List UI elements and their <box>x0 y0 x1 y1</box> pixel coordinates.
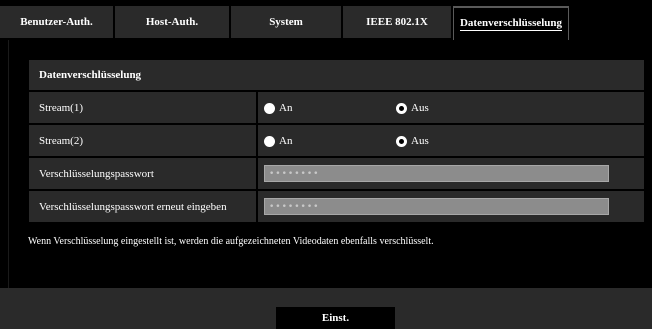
stream2-on-radio[interactable]: An <box>264 135 292 147</box>
password-confirm-label: Verschlüsselungspasswort erneut eingeben <box>29 191 256 222</box>
stream2-label: Stream(2) <box>29 125 256 156</box>
tab-label: Host-Auth. <box>145 16 199 28</box>
stream2-row: Stream(2) An Aus <box>29 125 644 156</box>
password-row: Verschlüsselungspasswort <box>29 158 644 189</box>
password-confirm-cell <box>258 191 644 222</box>
radio-checked-icon <box>396 102 407 114</box>
stream2-off-radio[interactable]: Aus <box>396 135 429 147</box>
stream2-options: An Aus <box>258 125 644 156</box>
stream1-row: Stream(1) An Aus <box>29 92 644 123</box>
tab-label: Datenverschlüsselung <box>459 17 563 31</box>
radio-unchecked-icon <box>264 135 275 147</box>
radio-label: An <box>279 135 293 147</box>
radio-checked-icon <box>396 135 407 147</box>
stream1-off-radio[interactable]: Aus <box>396 102 429 114</box>
tab-benutzer-auth[interactable]: Benutzer-Auth. <box>0 6 113 38</box>
password-cell <box>258 158 644 189</box>
section-title: Datenverschlüsselung <box>29 60 644 90</box>
stream1-label: Stream(1) <box>29 92 256 123</box>
radio-unchecked-icon <box>264 102 275 114</box>
password-field[interactable] <box>264 165 609 182</box>
radio-label: Aus <box>411 102 429 114</box>
footer-bar: Einst. <box>0 288 652 329</box>
tab-label: Benutzer-Auth. <box>20 16 93 28</box>
encryption-note: Wenn Verschlüsselung eingestellt ist, we… <box>28 236 434 247</box>
tab-bar: Benutzer-Auth. Host-Auth. System IEEE 80… <box>0 0 652 40</box>
radio-label: An <box>279 102 293 114</box>
password-confirm-row: Verschlüsselungspasswort erneut eingeben <box>29 191 644 222</box>
stream1-options: An Aus <box>258 92 644 123</box>
tab-datenverschluesselung[interactable]: Datenverschlüsselung <box>453 6 569 40</box>
tab-label: System <box>269 16 303 28</box>
tab-system[interactable]: System <box>231 6 341 38</box>
tab-host-auth[interactable]: Host-Auth. <box>115 6 229 38</box>
submit-button[interactable]: Einst. <box>276 307 395 329</box>
stream1-on-radio[interactable]: An <box>264 102 292 114</box>
tab-label: IEEE 802.1X <box>366 16 428 28</box>
password-label: Verschlüsselungspasswort <box>29 158 256 189</box>
tab-ieee-8021x[interactable]: IEEE 802.1X <box>343 6 451 38</box>
radio-label: Aus <box>411 135 429 147</box>
password-confirm-field[interactable] <box>264 198 609 215</box>
encryption-section: Datenverschlüsselung Stream(1) An Aus St… <box>29 60 644 222</box>
settings-panel: Datenverschlüsselung Stream(1) An Aus St… <box>8 40 652 288</box>
